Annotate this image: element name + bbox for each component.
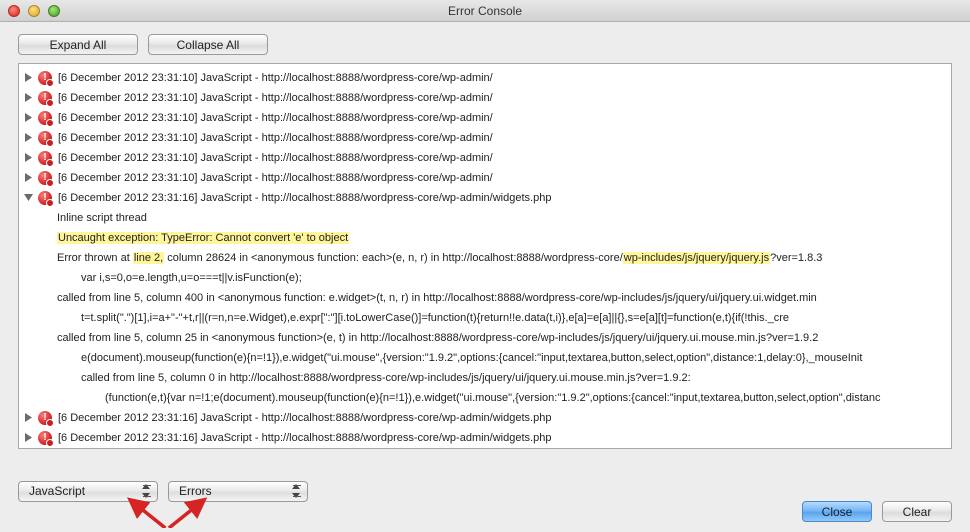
error-icon: ! <box>38 131 52 145</box>
error-row-text: [6 December 2012 23:31:10] JavaScript - … <box>58 170 947 186</box>
toolbar: Expand All Collapse All <box>0 22 970 63</box>
error-row[interactable]: ! [6 December 2012 23:31:10] JavaScript … <box>19 108 951 128</box>
expand-all-button[interactable]: Expand All <box>18 34 138 55</box>
window-title: Error Console <box>0 4 970 18</box>
console-panel: ! [6 December 2012 23:31:10] JavaScript … <box>18 63 952 449</box>
exception-text: Uncaught exception: TypeError: Cannot co… <box>57 232 349 244</box>
disclosure-right-icon[interactable] <box>23 152 34 163</box>
disclosure-right-icon[interactable] <box>23 72 34 83</box>
disclosure-right-icon[interactable] <box>23 172 34 183</box>
error-row[interactable]: ! [6 December 2012 23:31:10] JavaScript … <box>19 168 951 188</box>
code-snippet: var i,s=0,o=e.length,u=o===t||v.isFuncti… <box>57 268 951 288</box>
language-value: JavaScript <box>29 484 85 498</box>
code-snippet: e(document).mouseup(function(e){n=!1}),e… <box>57 348 951 368</box>
error-row[interactable]: ! [6 December 2012 23:31:10] JavaScript … <box>19 68 951 88</box>
error-row-text: [6 December 2012 23:31:10] JavaScript - … <box>58 130 947 146</box>
error-icon: ! <box>38 411 52 425</box>
stack-frame: called from line 5, column 25 in <anonym… <box>57 328 951 348</box>
error-row-text: [6 December 2012 23:31:10] JavaScript - … <box>58 150 947 166</box>
error-icon: ! <box>38 431 52 445</box>
thrown-at-line: Error thrown at line 2, column 28624 in … <box>57 248 951 268</box>
error-row-text: [6 December 2012 23:31:10] JavaScript - … <box>58 70 947 86</box>
titlebar: Error Console <box>0 0 970 22</box>
console-scroll[interactable]: ! [6 December 2012 23:31:10] JavaScript … <box>19 64 951 448</box>
error-icon: ! <box>38 111 52 125</box>
clear-button[interactable]: Clear <box>882 501 952 522</box>
error-icon: ! <box>38 191 52 205</box>
collapse-all-button[interactable]: Collapse All <box>148 34 268 55</box>
error-row[interactable]: ! [6 December 2012 23:31:10] JavaScript … <box>19 148 951 168</box>
error-row-expanded[interactable]: ! [6 December 2012 23:31:16] JavaScript … <box>19 188 951 208</box>
exception-line: Uncaught exception: TypeError: Cannot co… <box>57 228 951 248</box>
thrown-post: ?ver=1.8.3 <box>770 252 822 264</box>
error-row-text: [6 December 2012 23:31:16] JavaScript - … <box>58 430 947 446</box>
thrown-pre: Error thrown at <box>57 252 133 264</box>
error-row[interactable]: ! [6 December 2012 23:31:10] JavaScript … <box>19 128 951 148</box>
error-details: Inline script thread Uncaught exception:… <box>19 208 951 408</box>
thrown-mid: column 28624 in <anonymous function: eac… <box>164 252 623 264</box>
thrown-file-hl: wp-includes/js/jquery/jquery.js <box>623 252 770 264</box>
bottom-bar: JavaScript Errors Close Clear <box>0 472 970 532</box>
disclosure-right-icon[interactable] <box>23 412 34 423</box>
error-icon: ! <box>38 151 52 165</box>
error-icon: ! <box>38 71 52 85</box>
error-row-text: [6 December 2012 23:31:16] JavaScript - … <box>58 410 947 426</box>
error-row[interactable]: ! [6 December 2012 23:31:16] JavaScript … <box>19 428 951 448</box>
code-snippet: (function(e,t){var n=!1;e(document).mous… <box>57 388 951 408</box>
error-row-text: [6 December 2012 23:31:10] JavaScript - … <box>58 110 947 126</box>
stack-frame: called from line 5, column 400 in <anony… <box>57 288 951 308</box>
close-button[interactable]: Close <box>802 501 872 522</box>
stack-frame: called from line 5, column 0 in http://l… <box>57 368 951 388</box>
error-row[interactable]: ! [6 December 2012 23:31:16] JavaScript … <box>19 408 951 428</box>
disclosure-down-icon[interactable] <box>23 192 34 203</box>
code-snippet: t=t.split(".")[1],i=a+"-"+t,r||(r=n,n=e.… <box>57 308 951 328</box>
thread-label: Inline script thread <box>57 208 951 228</box>
error-row[interactable]: ! [6 December 2012 23:31:10] JavaScript … <box>19 88 951 108</box>
disclosure-right-icon[interactable] <box>23 132 34 143</box>
error-row-text: [6 December 2012 23:31:10] JavaScript - … <box>58 90 947 106</box>
bottom-buttons: Close Clear <box>802 501 952 522</box>
error-row-text: [6 December 2012 23:31:16] JavaScript - … <box>58 190 947 206</box>
disclosure-right-icon[interactable] <box>23 112 34 123</box>
disclosure-right-icon[interactable] <box>23 92 34 103</box>
annotation-arrows-icon <box>116 496 236 528</box>
thrown-line-hl: line 2, <box>133 252 164 264</box>
error-icon: ! <box>38 171 52 185</box>
disclosure-right-icon[interactable] <box>23 432 34 443</box>
error-icon: ! <box>38 91 52 105</box>
